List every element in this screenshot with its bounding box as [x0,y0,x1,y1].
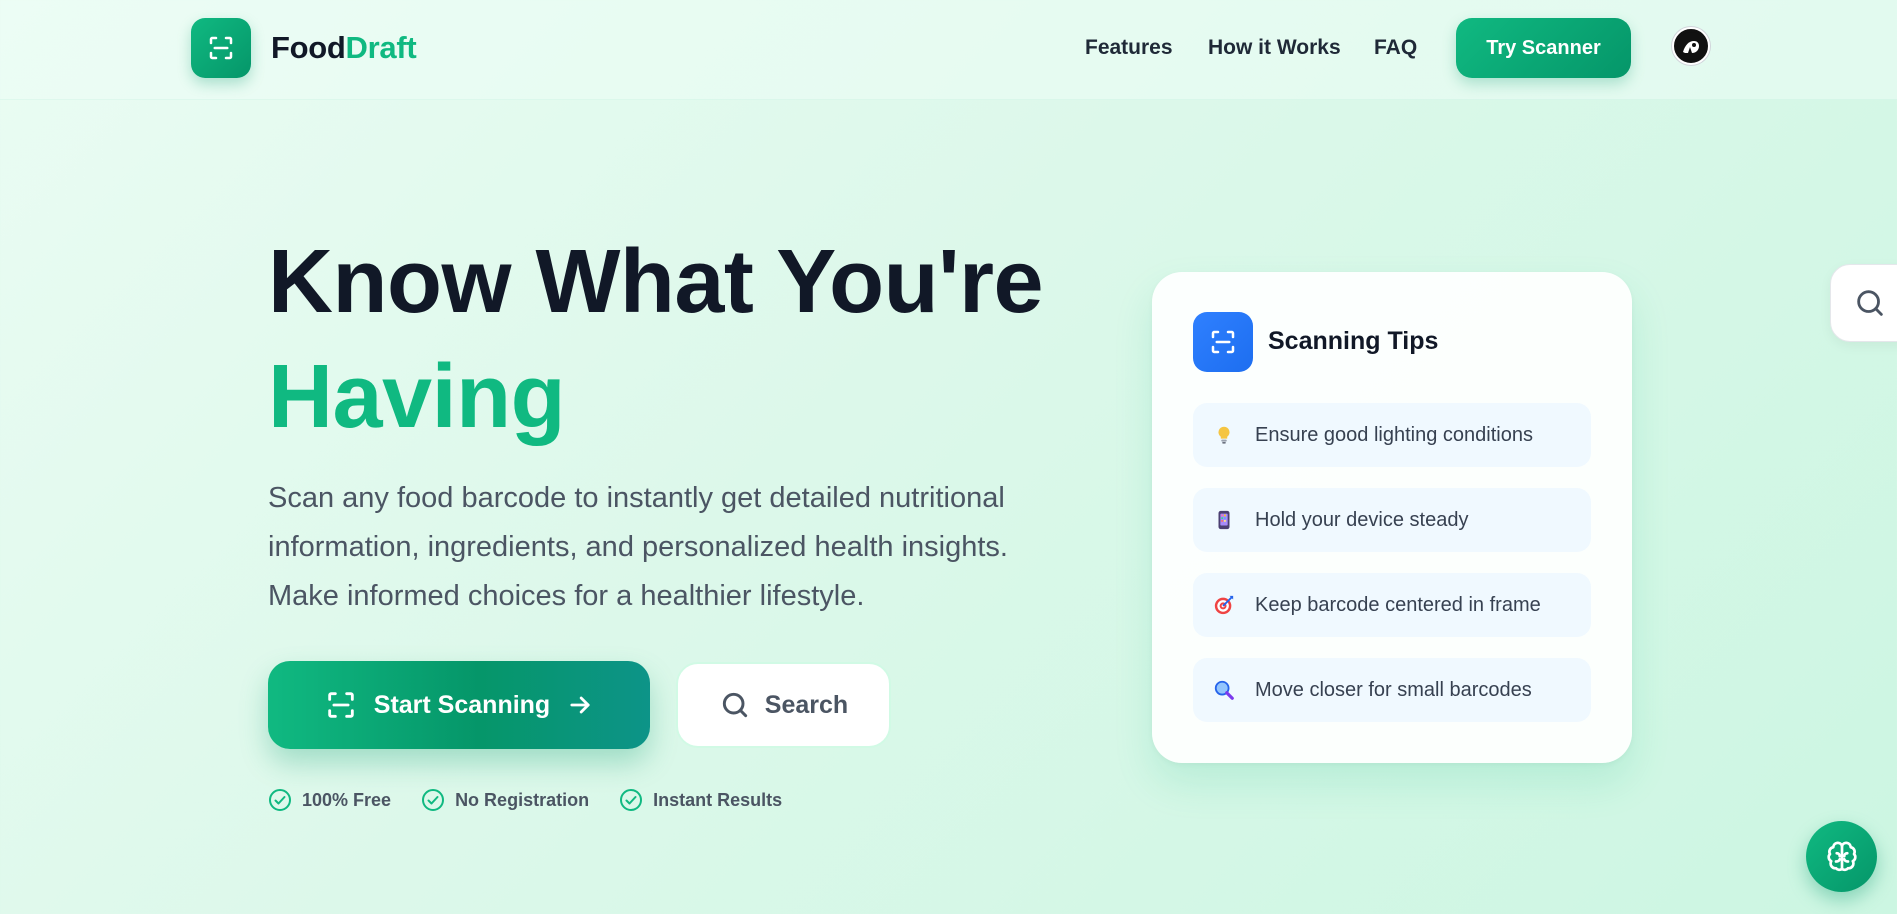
tip-item: Hold your device steady [1193,488,1591,552]
start-scanning-label: Start Scanning [373,690,551,719]
lightbulb-icon [1211,424,1237,446]
tip-item: Keep barcode centered in frame [1193,573,1591,637]
arrow-right-icon [570,696,590,714]
tip-text: Hold your device steady [1255,508,1469,531]
floating-search-button[interactable] [1830,264,1897,342]
perk-no-registration-label: No Registration [455,789,590,810]
tips-title: Scanning Tips [1268,327,1439,355]
try-scanner-button[interactable]: Try Scanner [1456,18,1631,78]
scan-icon [328,692,354,718]
top-navbar: FoodDraft Features How it Works FAQ Try … [0,0,1897,100]
search-button[interactable]: Search [676,662,891,748]
tip-text: Ensure good lighting conditions [1255,423,1533,446]
avatar-image-icon [1677,32,1705,60]
brand-name-part2: Draft [345,30,417,65]
tip-text: Move closer for small barcodes [1255,678,1532,701]
nav-features[interactable]: Features [1085,36,1173,60]
perk-instant-results-label: Instant Results [653,789,783,810]
user-avatar[interactable] [1672,27,1710,65]
perk-instant-results: Instant Results [619,788,782,812]
logo-scan-icon[interactable] [191,18,251,78]
magnifier-icon [1211,679,1237,701]
target-icon [1211,594,1237,616]
perk-no-registration: No Registration [421,788,589,812]
tip-item: Move closer for small barcodes [1193,658,1591,722]
phone-icon [1211,509,1237,531]
nav-how-it-works[interactable]: How it Works [1208,36,1341,60]
hero-title-line2: Having [268,347,566,447]
check-circle-icon [269,789,291,811]
nav-faq[interactable]: FAQ [1374,36,1417,60]
hero-title: Know What You're Having [268,225,1044,455]
check-circle-icon [422,789,445,811]
check-circle-icon [620,789,643,811]
tip-text: Keep barcode centered in frame [1255,593,1541,616]
brain-icon [1826,841,1857,871]
scanning-tips-card: Scanning Tips Ensure good lighting condi… [1152,272,1632,763]
hero-subtitle: Scan any food barcode to instantly get d… [268,482,1008,612]
ai-assistant-button[interactable] [1806,821,1877,892]
perks-list: 100% Free No Registration Instant Result… [268,788,782,812]
hero-title-line1: Know What You're [268,232,1044,332]
scan-icon [1193,312,1253,372]
tip-item: Ensure good lighting conditions [1193,403,1591,467]
perk-free: 100% Free [268,788,391,812]
search-icon [722,692,747,718]
search-label: Search [764,690,849,719]
search-icon [1857,290,1883,316]
start-scanning-button[interactable]: Start Scanning [268,661,650,749]
brand-name-part1: Food [271,30,346,65]
brand-name[interactable]: FoodDraft [271,30,417,66]
perk-free-label: 100% Free [302,789,392,810]
try-scanner-label: Try Scanner [1486,36,1601,59]
